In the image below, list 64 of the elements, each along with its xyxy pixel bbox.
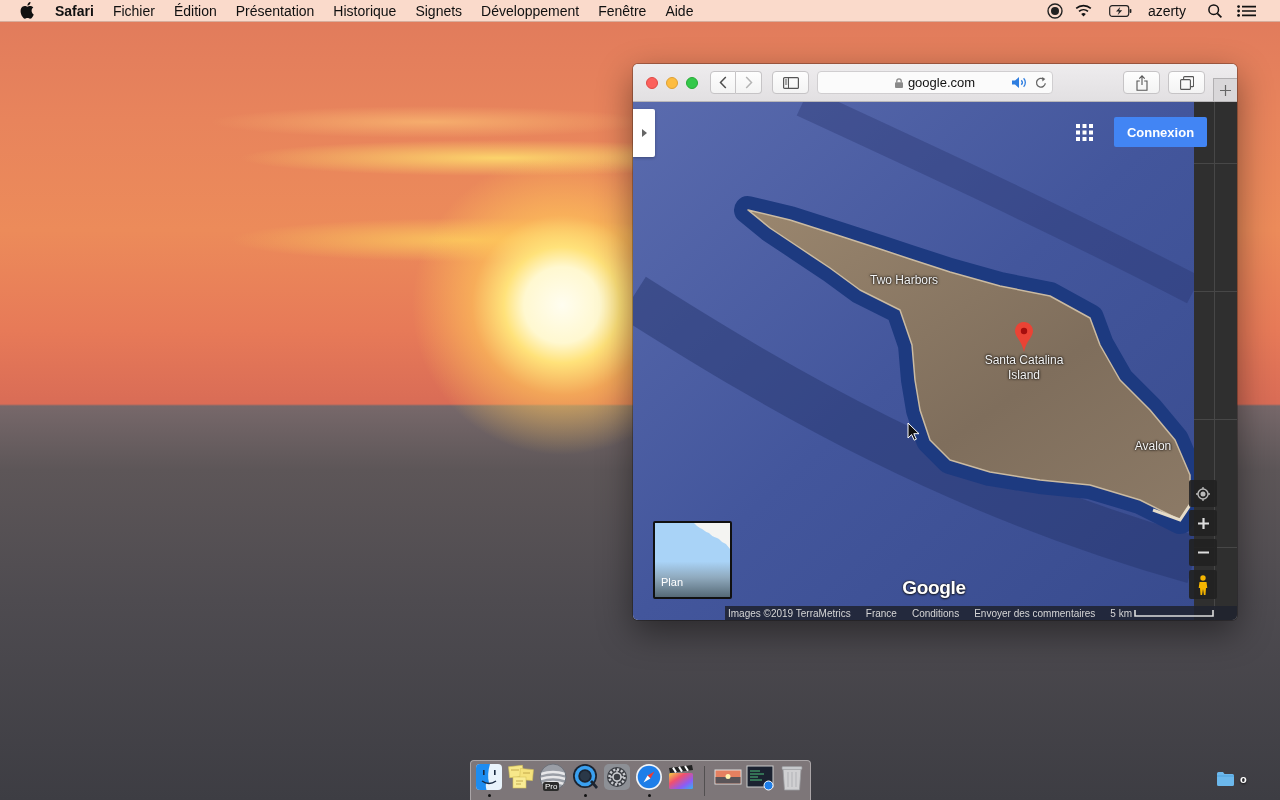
feedback-link[interactable]: Envoyer des commentaires <box>974 607 1096 619</box>
menu-item[interactable]: Développement <box>481 2 580 19</box>
reload-icon[interactable] <box>1035 76 1047 89</box>
input-source-menu[interactable]: azerty <box>1147 2 1186 19</box>
place-label: Two Harbors <box>870 273 938 288</box>
caret-icon <box>641 129 647 137</box>
apple-icon[interactable] <box>20 0 35 19</box>
battery-charging-icon[interactable] <box>1108 4 1132 17</box>
gear-icon[interactable] <box>603 763 631 791</box>
scale-label: 5 km <box>1110 607 1133 619</box>
list-icon[interactable] <box>1237 4 1256 17</box>
new-tab-button[interactable] <box>1213 78 1237 101</box>
back-button[interactable] <box>710 71 736 94</box>
coastline-icon <box>694 523 730 549</box>
finder-face-icon[interactable] <box>475 763 503 791</box>
compass-icon[interactable] <box>635 763 663 791</box>
screenshot-thumbnail-icon[interactable] <box>746 763 774 791</box>
imagery-credit: Images ©2019 TerraMetrics <box>728 607 851 619</box>
app-menu[interactable]: Safari <box>55 2 94 19</box>
place-label: Avalon <box>1134 439 1172 454</box>
plus-icon <box>1220 84 1231 96</box>
logo-text: Google <box>902 577 966 599</box>
sidebar-button[interactable] <box>772 71 809 94</box>
record-icon[interactable] <box>1046 2 1063 19</box>
chevron-right-icon <box>744 76 753 89</box>
side-panel-toggle[interactable] <box>633 109 655 157</box>
scale-bar-icon <box>1134 609 1215 617</box>
chevron-left-icon <box>719 76 727 89</box>
minus-icon <box>1197 551 1209 554</box>
zoom-in-button[interactable] <box>1189 510 1217 536</box>
region-label: France <box>865 607 897 619</box>
zoom-out-button[interactable] <box>1189 539 1217 566</box>
wifi-icon[interactable] <box>1074 4 1092 17</box>
menu-item[interactable]: Édition <box>173 2 217 19</box>
menu-item[interactable]: Aide <box>665 2 694 19</box>
clapperboard-icon[interactable] <box>667 763 695 791</box>
q-ring-icon[interactable] <box>571 763 599 791</box>
menu-item[interactable]: Fenêtre <box>598 2 647 19</box>
share-icon <box>1135 74 1148 91</box>
sign-in-button[interactable]: Connexion <box>1114 117 1207 147</box>
desktop-item-label[interactable]: o <box>1240 773 1247 785</box>
search-icon[interactable] <box>1208 3 1222 18</box>
terms-link[interactable]: Conditions <box>911 607 960 619</box>
sidebar-icon <box>782 76 799 89</box>
my-location-button[interactable] <box>1189 480 1217 507</box>
close-button[interactable] <box>646 76 658 89</box>
menu-item[interactable]: Signets <box>415 2 463 19</box>
cursor-icon <box>907 422 919 441</box>
share-button[interactable] <box>1123 71 1160 94</box>
menu-item[interactable]: Historique <box>333 2 397 19</box>
speaker-icon[interactable] <box>1012 76 1028 89</box>
edition-badge: Pro <box>543 782 560 791</box>
tabs-button[interactable] <box>1168 71 1205 94</box>
street-view-button[interactable] <box>1189 570 1217 599</box>
tabs-icon <box>1179 75 1194 90</box>
my-location-icon <box>1196 486 1210 501</box>
place-label: Santa Catalina Island <box>983 353 1065 383</box>
menu-item[interactable]: Présentation <box>235 2 315 19</box>
sticky-notes-icon[interactable] <box>507 763 535 791</box>
menu-item[interactable]: Fichier <box>112 2 155 19</box>
plus-icon <box>1197 517 1209 529</box>
apps-grid-icon[interactable] <box>1076 124 1093 141</box>
address-field[interactable]: google.com <box>817 71 1053 94</box>
person-icon <box>1198 574 1208 595</box>
